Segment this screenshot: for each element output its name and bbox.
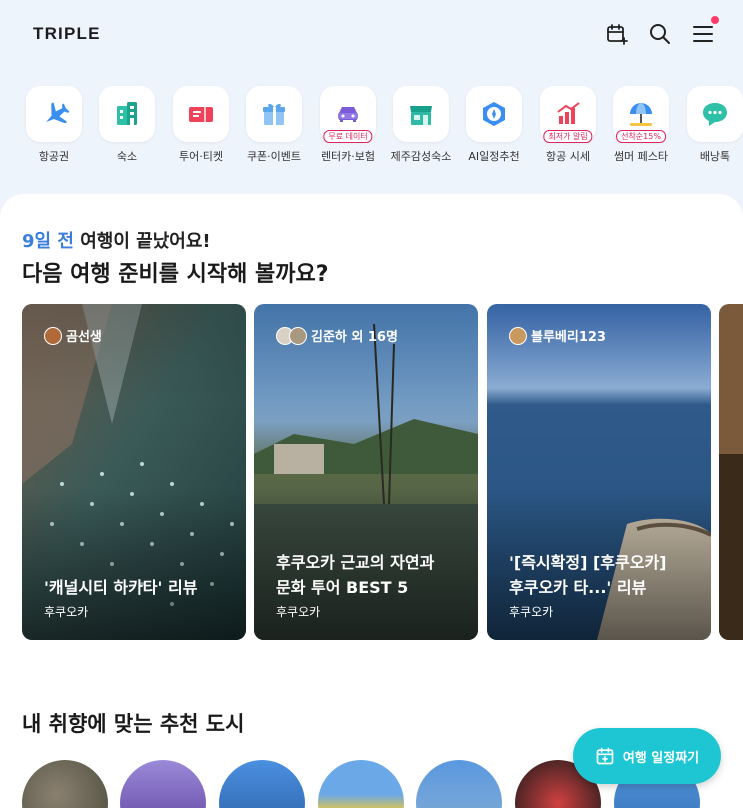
card-location: 후쿠오카 (44, 605, 89, 619)
store-icon (393, 86, 449, 142)
calendar-add-icon[interactable] (603, 20, 631, 48)
card-author: 블루베리123 (509, 326, 606, 345)
city-thumbnail[interactable] (22, 760, 108, 808)
category-coupon-event[interactable]: 쿠폰·이벤트 (237, 84, 311, 174)
card-photo (719, 304, 743, 640)
ticket-icon (173, 86, 229, 142)
category-tour-ticket[interactable]: 투어·티켓 (164, 84, 238, 174)
hotel-icon (99, 86, 155, 142)
category-ai-itinerary[interactable]: AI일정추천 (457, 84, 531, 174)
category-jeju-stay[interactable]: 제주감성숙소 (384, 84, 458, 174)
review-card[interactable]: 곰선생 '캐널시티 하카타' 리뷰 후쿠오카 (22, 304, 246, 640)
triple-logo[interactable]: TRIPLE (33, 24, 101, 44)
top-header: TRIPLE (0, 0, 743, 70)
recommended-cities-title: 내 취향에 맞는 추천 도시 (22, 712, 245, 736)
card-title: '[즉시확정] [후쿠오카] 후쿠오카 타...' 리뷰 (509, 553, 667, 597)
category-row: 항공권 숙소 투어·티켓 쿠폰·이벤트 무료 데이터 렌터카·보험 제주감성숙소 (0, 84, 743, 174)
card-location: 후쿠오카 (276, 605, 321, 619)
search-icon[interactable] (646, 20, 674, 48)
plan-trip-button[interactable]: 여행 일정짜기 (573, 728, 721, 784)
category-badge: 최저가 알림 (543, 130, 593, 143)
days-ago: 9일 전 (22, 231, 74, 252)
review-card-carousel: 곰선생 '캐널시티 하카타' 리뷰 후쿠오카 김준하 외 16명 후쿠오카 근교… (22, 304, 743, 640)
menu-icon[interactable] (689, 16, 719, 48)
city-thumbnail[interactable] (219, 760, 305, 808)
category-hotel[interactable]: 숙소 (90, 84, 164, 174)
category-flight[interactable]: 항공권 (17, 84, 91, 174)
category-rentacar-insurance[interactable]: 무료 데이터 렌터카·보험 (311, 84, 385, 174)
compass-icon (466, 86, 522, 142)
category-badge: 무료 데이터 (323, 130, 373, 143)
trip-ended-message: 9일 전 여행이 끝났어요! (22, 231, 211, 252)
city-thumbnail[interactable] (416, 760, 502, 808)
notification-dot (711, 16, 719, 24)
section-title: 다음 여행 준비를 시작해 볼까요? (22, 262, 329, 287)
card-author: 곰선생 (44, 326, 102, 345)
review-card[interactable]: 블루베리123 '[즉시확정] [후쿠오카] 후쿠오카 타...' 리뷰 후쿠오… (487, 304, 711, 640)
chat-icon (687, 86, 743, 142)
avatar (509, 326, 527, 345)
card-location: 후쿠오카 (509, 605, 554, 619)
gift-icon (246, 86, 302, 142)
card-title: '캐널시티 하카타' 리뷰 (44, 578, 198, 597)
review-card[interactable] (719, 304, 743, 640)
city-thumbnail[interactable] (318, 760, 404, 808)
main-panel: 9일 전 여행이 끝났어요! 다음 여행 준비를 시작해 볼까요? 곰선생 '캐… (0, 194, 743, 808)
card-author: 김준하 외 16명 (276, 326, 398, 345)
avatar (44, 326, 62, 345)
category-flight-price[interactable]: 최저가 알림 항공 시세 (531, 84, 605, 174)
category-summer-festa[interactable]: 선착순15% 썸머 페스타 (604, 84, 678, 174)
calendar-add-icon (596, 747, 614, 765)
airplane-icon (26, 86, 82, 142)
city-thumbnail[interactable] (120, 760, 206, 808)
review-card[interactable]: 김준하 외 16명 후쿠오카 근교의 자연과 문화 투어 BEST 5 후쿠오카 (254, 304, 478, 640)
card-title: 후쿠오카 근교의 자연과 문화 투어 BEST 5 (276, 553, 435, 597)
category-backpack-talk[interactable]: 배낭톡 (678, 84, 743, 174)
category-badge: 선착순15% (616, 130, 666, 143)
avatar (289, 326, 307, 345)
